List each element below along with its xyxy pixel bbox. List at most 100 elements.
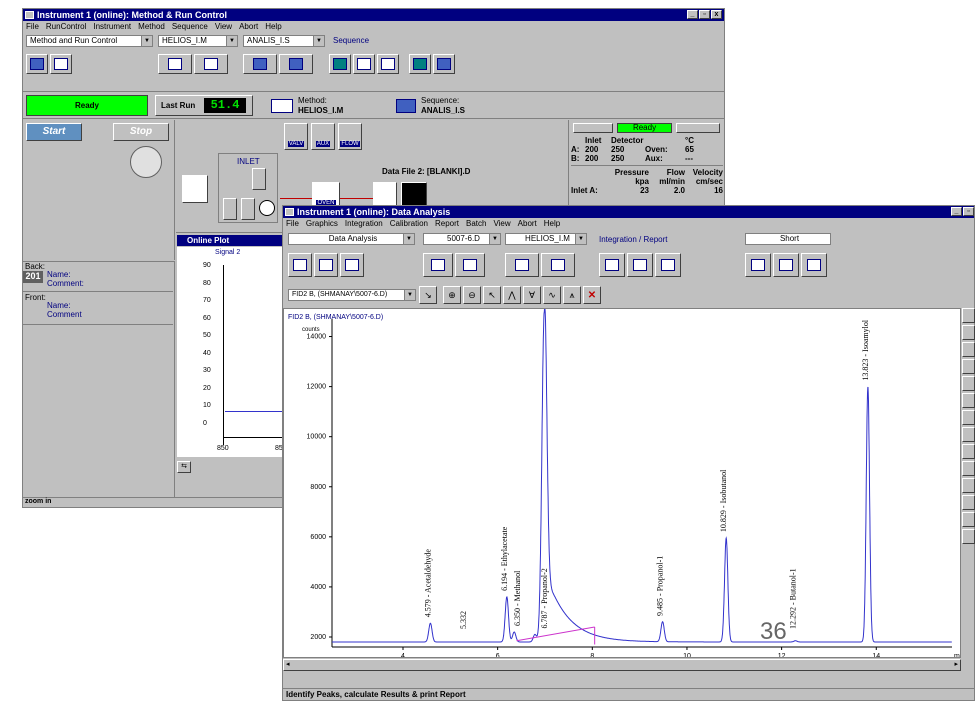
valve-button[interactable]: VALV [284,123,308,150]
back-title-bar[interactable]: Instrument 1 (online): Method & Run Cont… [23,9,724,21]
menu-sequence[interactable]: Sequence [172,21,208,32]
menu-method[interactable]: Method [138,21,165,32]
scroll-right-arrow[interactable]: ▸ [954,660,958,668]
baseline-tool-button[interactable]: ↘ [419,286,437,304]
load-sequence-button[interactable] [243,54,277,74]
close-button[interactable]: x [711,10,722,19]
front-label: Front: [25,293,46,302]
chart-tool-icon[interactable] [962,512,975,527]
menu-file[interactable]: File [26,21,39,32]
integration-events-button[interactable] [627,253,653,277]
maximize-button[interactable]: ▫ [963,207,974,216]
view-select[interactable]: Data Analysis ▼ [288,233,415,245]
seq-params-button[interactable] [353,54,375,74]
label-tool-icon[interactable] [962,495,975,510]
data-analysis-button[interactable] [288,253,312,277]
overlay-signal-button[interactable] [455,253,485,277]
instrument-button[interactable] [409,54,431,74]
load-method-button[interactable] [505,253,539,277]
zoom-in-button[interactable]: ⊕ [443,286,461,304]
scroll-left-arrow[interactable]: ◂ [286,660,290,668]
menu-batch[interactable]: Batch [466,218,486,229]
inlet-c-icon[interactable] [241,198,255,220]
vials-button[interactable] [26,54,48,74]
sequence-select[interactable]: ANALIS_I.S ▼ [243,35,325,47]
chromatogram-chart[interactable]: FID2 B, (SHMANAY\5007-6.D) counts 2000 4000… [284,255,965,660]
instrument-icon[interactable] [25,11,34,19]
scroll-left-button[interactable]: ⇆ [177,461,191,473]
text3-tool-icon[interactable] [962,359,975,374]
front-title-bar[interactable]: Instrument 1 (online): Data Analysis _ ▫ [283,206,974,218]
delete-peak-button[interactable]: ✕ [583,286,601,304]
select-pointer-button[interactable]: ↖ [483,286,501,304]
start-button[interactable]: Start [26,123,82,141]
vial-button[interactable] [50,54,72,74]
table-tool-icon[interactable] [962,478,975,493]
seq-table-button[interactable] [329,54,351,74]
syringe-icon[interactable] [182,175,208,203]
menu-calibration[interactable]: Calibration [390,218,428,229]
save-method-button[interactable] [541,253,575,277]
specify-report-button[interactable] [745,253,771,277]
menu-view[interactable]: View [493,218,510,229]
print-preview-button[interactable] [773,253,799,277]
menu-abort[interactable]: Abort [239,21,258,32]
back-menu-bar: File RunControl Instrument Method Sequence Vi… [23,21,724,32]
menu-integration[interactable]: Integration [345,218,383,229]
minimize-button[interactable]: _ [687,10,698,19]
menu-graphics[interactable]: Graphics [306,218,338,229]
save-sequence-button[interactable] [279,54,313,74]
copy-tool-icon[interactable] [962,393,975,408]
pressure-gauge-icon[interactable] [259,200,275,216]
integration-params-button[interactable] [655,253,681,277]
tangent-skim-button[interactable]: ⩚ [563,286,581,304]
calibrate-tool-icon[interactable] [962,427,975,442]
sample-info-button[interactable] [433,54,455,74]
text2-tool-icon[interactable] [962,325,975,340]
menu-report[interactable]: Report [435,218,459,229]
chromatogram-panel[interactable]: FID2 B, (SHMANAY\5007-6.D) counts 2000 4000… [283,255,965,660]
peak-tool-icon[interactable] [962,444,975,459]
method-select[interactable]: HELIOS_I.M ▼ [505,233,587,245]
list-tool-icon[interactable] [962,461,975,476]
autosampler-tray-icon[interactable] [130,146,162,178]
inlet-a-icon[interactable] [223,198,237,220]
delete-tool-icon[interactable] [962,376,975,391]
method-select[interactable]: HELIOS_I.M ▼ [158,35,238,47]
peaks-button[interactable] [340,253,364,277]
aux-button[interactable]: AUX [311,123,335,150]
datafile-select[interactable]: 5007-6.D ▼ [423,233,501,245]
menu-file[interactable]: File [286,218,299,229]
load-method-button[interactable] [158,54,192,74]
menu-runcontrol[interactable]: RunControl [46,21,86,32]
menu-view[interactable]: View [215,21,232,32]
menu-abort[interactable]: Abort [518,218,537,229]
inlet-b-icon[interactable] [252,168,266,190]
negative-peak-button[interactable]: ∿ [543,286,561,304]
load-signal-button[interactable] [423,253,453,277]
signal-select[interactable]: FID2 B, (SHMANAY\5007-6.D) ▼ [288,289,416,301]
instrument-icon[interactable] [285,208,294,216]
flow-button[interactable]: FLOW [338,123,362,150]
minimize-button[interactable]: _ [951,207,962,216]
arrow-tool-icon[interactable] [962,342,975,357]
menu-help[interactable]: Help [544,218,560,229]
split-peak-button[interactable]: ∀ [523,286,541,304]
grid-tool-icon[interactable] [962,529,975,544]
maximize-button[interactable]: ▫ [699,10,710,19]
calibration-button[interactable] [314,253,338,277]
zoom-out-button[interactable]: ⊖ [463,286,481,304]
save-method-button[interactable] [194,54,228,74]
menu-help[interactable]: Help [265,21,281,32]
menu-instrument[interactable]: Instrument [93,21,131,32]
seq-log-button[interactable] [377,54,399,74]
view-select[interactable]: Method and Run Control ▼ [26,35,153,47]
paste-tool-icon[interactable] [962,410,975,425]
horizontal-scrollbar[interactable]: ◂ ▸ [283,659,961,671]
report-style-select[interactable]: Short [745,233,831,245]
integrate-button[interactable] [599,253,625,277]
draw-baseline-button[interactable]: ⋀ [503,286,521,304]
text-tool-icon[interactable] [962,308,975,323]
stop-button[interactable]: Stop [113,123,169,141]
print-report-button[interactable] [801,253,827,277]
